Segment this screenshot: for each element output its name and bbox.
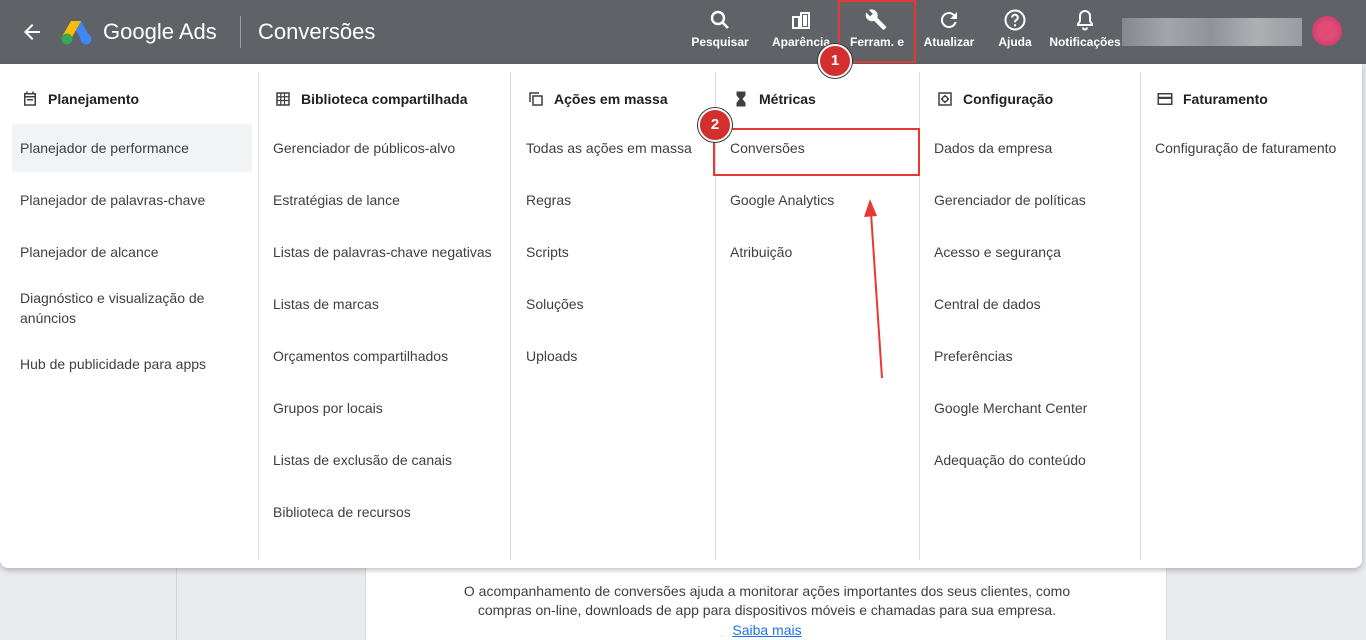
avatar[interactable] — [1312, 16, 1342, 46]
search-button[interactable]: Pesquisar — [688, 6, 752, 58]
menu-item-audience-manager[interactable]: Gerenciador de públicos-alvo — [273, 138, 455, 158]
column-title: Métricas — [759, 91, 816, 107]
refresh-label: Atualizar — [923, 35, 975, 49]
menu-item-app-advertising-hub[interactable]: Hub de publicidade para apps — [20, 354, 206, 374]
menu-item-preferences[interactable]: Preferências — [934, 346, 1013, 366]
menu-item-data-manager[interactable]: Central de dados — [934, 294, 1041, 314]
bell-icon — [1077, 9, 1093, 31]
column-title: Configuração — [963, 91, 1054, 107]
account-info-blurred[interactable] — [1122, 18, 1302, 46]
step-2-badge: 2 — [698, 108, 732, 142]
column-header-planning: Planejamento — [21, 89, 139, 109]
search-label: Pesquisar — [691, 35, 749, 49]
menu-item-google-analytics[interactable]: Google Analytics — [730, 190, 834, 210]
appearance-icon — [792, 12, 810, 29]
help-icon — [1004, 9, 1026, 31]
refresh-icon — [940, 12, 957, 29]
column-header-billing: Faturamento — [1156, 89, 1268, 109]
menu-item-policy-manager[interactable]: Gerenciador de políticas — [934, 190, 1086, 210]
column-title: Biblioteca compartilhada — [301, 91, 468, 107]
column-header-metrics: Métricas — [732, 89, 816, 109]
back-arrow-icon[interactable] — [20, 20, 44, 44]
library-grid-icon — [276, 92, 290, 106]
refresh-button[interactable]: Atualizar — [920, 6, 978, 58]
menu-item-keyword-planner[interactable]: Planejador de palavras-chave — [20, 190, 205, 210]
column-title: Faturamento — [1183, 91, 1268, 107]
column-setup: Configuração Dados da empresa Gerenciado… — [919, 72, 1140, 560]
help-button[interactable]: Ajuda — [992, 6, 1038, 58]
learn-more-link[interactable]: Saiba mais — [366, 622, 1168, 638]
step-1-badge: 1 — [818, 44, 852, 78]
description-line-2: compras on-line, downloads de app para d… — [477, 602, 1057, 618]
copy-icon — [529, 92, 543, 106]
header-divider — [240, 16, 241, 48]
conversions-description: O acompanhamento de conversões ajuda a m… — [366, 582, 1168, 620]
column-shared-library: Biblioteca compartilhada Gerenciador de … — [258, 72, 510, 560]
page-divider — [176, 566, 177, 640]
menu-item-asset-library[interactable]: Biblioteca de recursos — [273, 502, 411, 522]
menu-item-google-merchant-center[interactable]: Google Merchant Center — [934, 398, 1087, 418]
notifications-label: Notificações — [1049, 35, 1121, 49]
menu-item-access-security[interactable]: Acesso e segurança — [934, 242, 1061, 262]
brand-name: Google Ads — [103, 19, 217, 44]
column-bulk-actions: Ações em massa Todas as ações em massa R… — [510, 72, 715, 560]
conversions-intro-card: O acompanhamento de conversões ajuda a m… — [365, 560, 1167, 640]
column-header-shared-library: Biblioteca compartilhada — [274, 89, 467, 109]
menu-item-business-data[interactable]: Dados da empresa — [934, 138, 1052, 158]
menu-item-placement-exclusion-lists[interactable]: Listas de exclusão de canais — [273, 450, 452, 470]
search-icon — [710, 10, 729, 29]
conversions-highlight-box — [713, 128, 920, 176]
page-title: Conversões — [258, 19, 376, 44]
column-title: Planejamento — [48, 91, 140, 107]
top-app-bar: Google Ads Conversões Pesquisar Aparênci… — [0, 0, 1366, 64]
menu-item-all-bulk-actions[interactable]: Todas as ações em massa — [526, 138, 692, 158]
settings-icon — [938, 92, 952, 106]
description-line-1: O acompanhamento de conversões ajuda a m… — [463, 583, 1071, 599]
menu-item-brand-lists[interactable]: Listas de marcas — [273, 294, 379, 314]
menu-item-attribution[interactable]: Atribuição — [730, 242, 792, 262]
menu-item-billing-setup[interactable]: Configuração de faturamento — [1155, 138, 1336, 158]
menu-item-rules[interactable]: Regras — [526, 190, 571, 210]
column-header-bulk-actions: Ações em massa — [527, 89, 668, 109]
menu-item-shared-budgets[interactable]: Orçamentos compartilhados — [273, 346, 448, 366]
column-billing: Faturamento Configuração de faturamento — [1140, 72, 1362, 560]
google-ads-logo — [61, 21, 92, 45]
credit-card-icon — [1157, 93, 1173, 105]
menu-item-solutions[interactable]: Soluções — [526, 294, 584, 314]
tools-mega-menu: Planejamento Planejador de performance P… — [0, 64, 1362, 568]
notifications-button[interactable]: Notificações — [1046, 6, 1124, 58]
menu-item-ad-preview-diagnosis[interactable]: Diagnóstico e visualização de anúncios — [20, 288, 235, 328]
help-label: Ajuda — [998, 35, 1032, 49]
column-header-setup: Configuração — [936, 89, 1053, 109]
menu-item-reach-planner[interactable]: Planejador de alcance — [20, 242, 159, 262]
column-planning: Planejamento Planejador de performance P… — [0, 72, 258, 560]
calendar-icon — [24, 91, 36, 106]
menu-item-content-suitability[interactable]: Adequação do conteúdo — [934, 450, 1086, 470]
hourglass-icon — [736, 91, 746, 107]
menu-item-negative-keyword-lists[interactable]: Listas de palavras-chave negativas — [273, 242, 492, 262]
menu-item-uploads[interactable]: Uploads — [526, 346, 577, 366]
menu-item-bid-strategies[interactable]: Estratégias de lance — [273, 190, 400, 210]
menu-item-performance-planner[interactable]: Planejador de performance — [20, 138, 189, 158]
menu-item-scripts[interactable]: Scripts — [526, 242, 569, 262]
menu-item-location-groups[interactable]: Grupos por locais — [273, 398, 383, 418]
column-title: Ações em massa — [554, 91, 668, 107]
